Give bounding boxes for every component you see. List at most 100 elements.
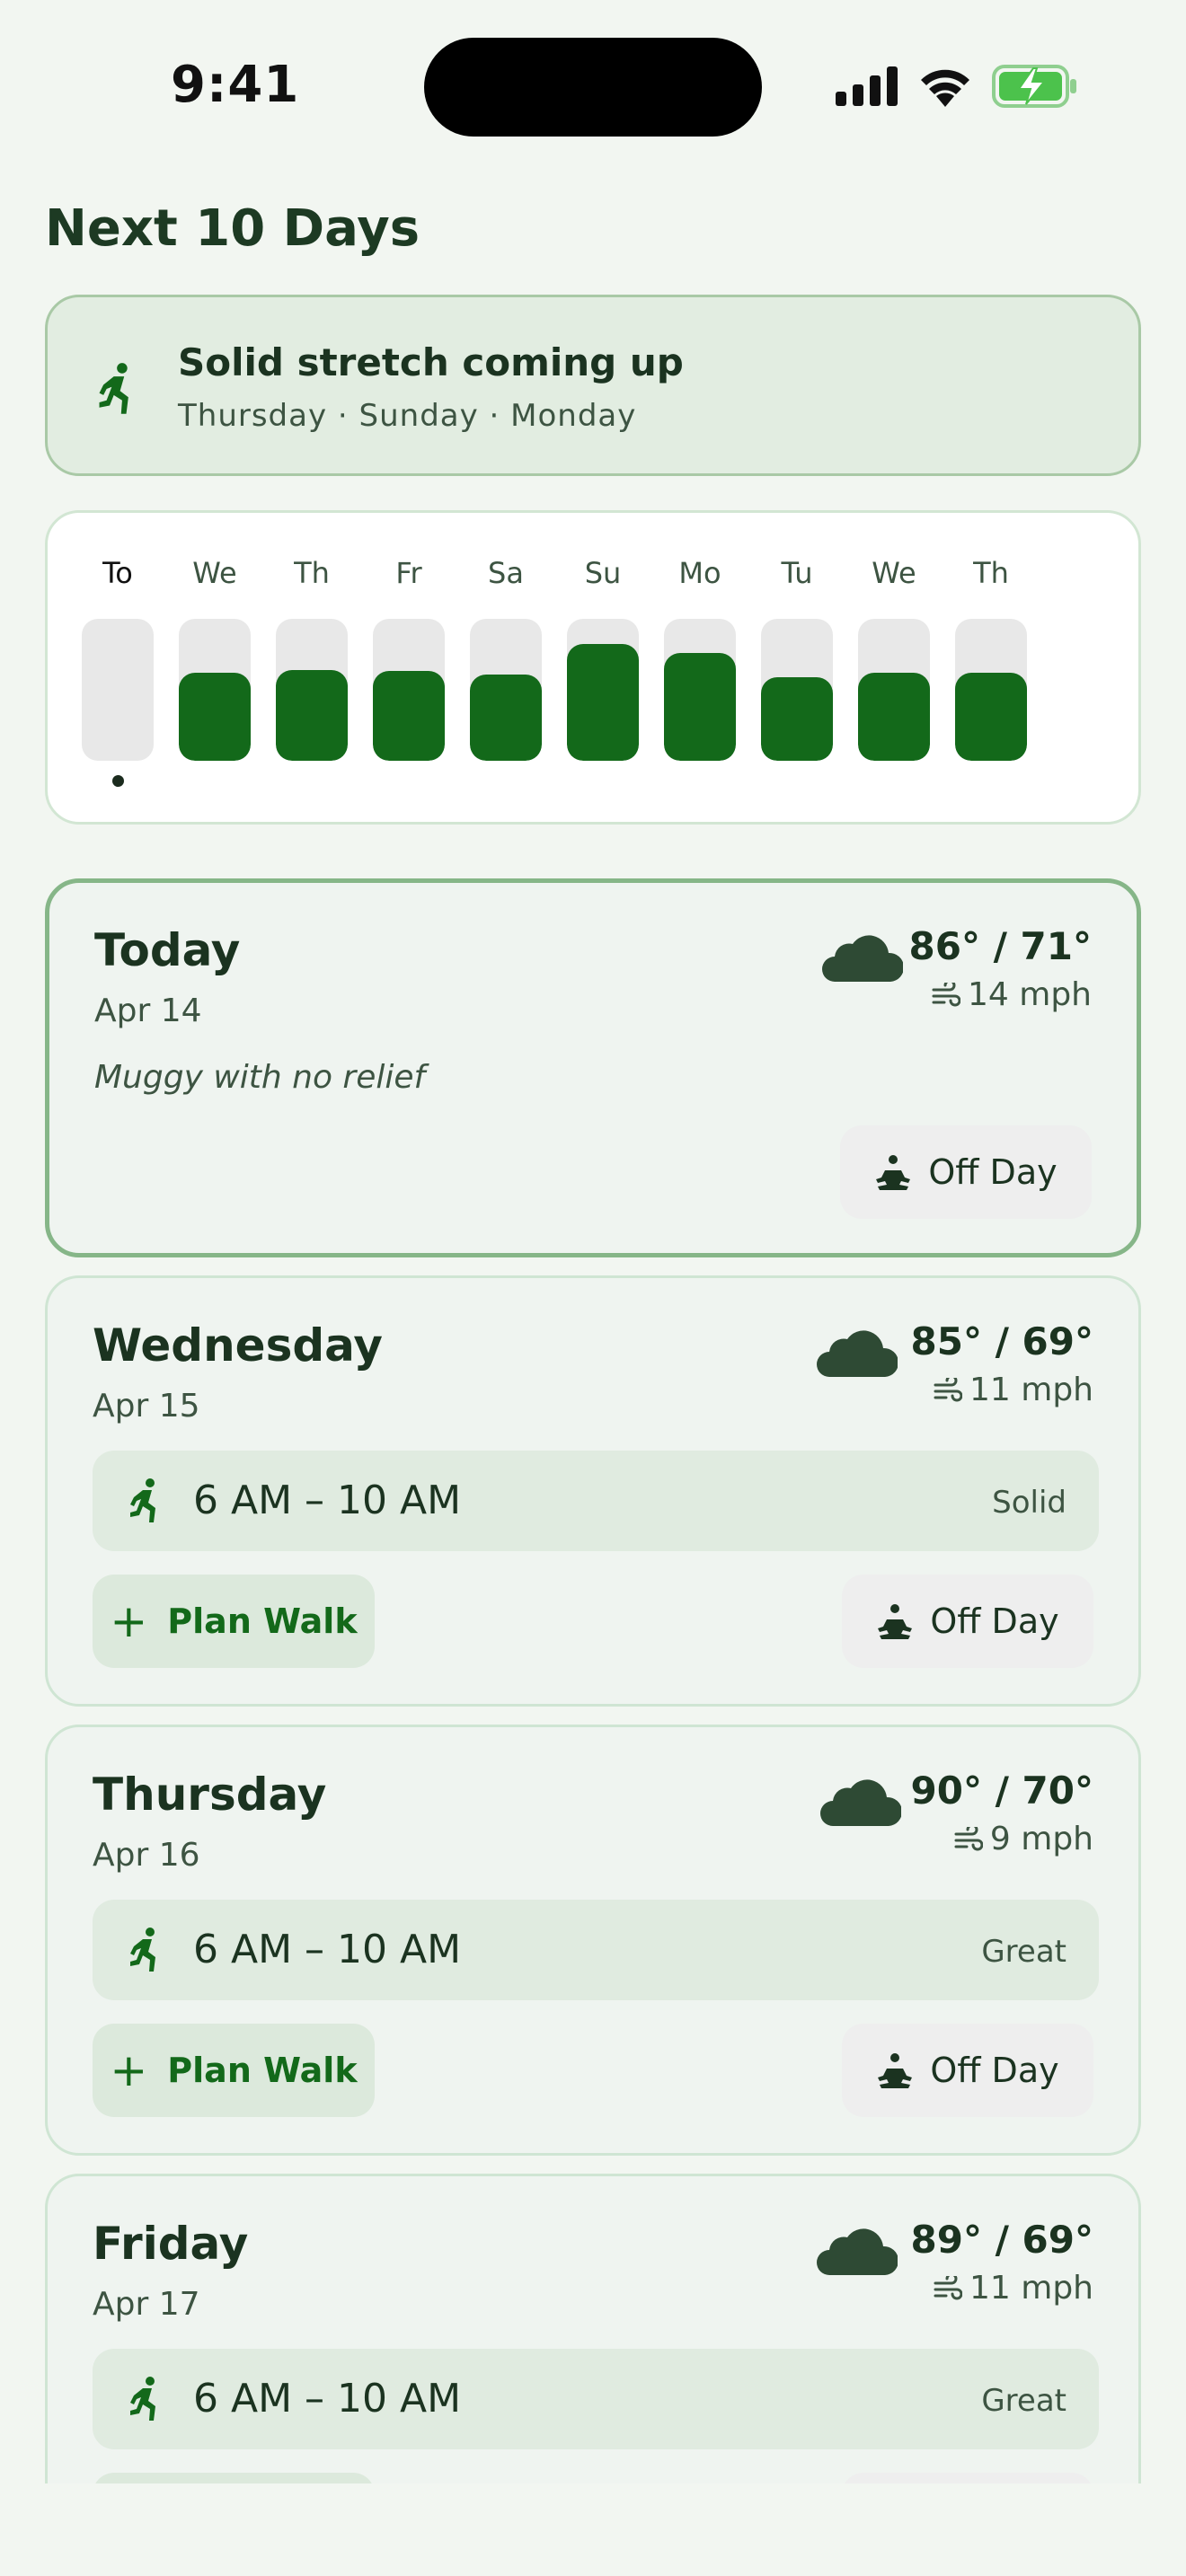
dynamic-island [424,38,762,137]
walk-window[interactable]: 6 AM – 10 AM Solid [93,1451,1099,1551]
card-temp: 86° / 71° [908,924,1092,968]
day-bar [664,653,736,761]
card-day: Friday [93,2218,249,2270]
walk-window[interactable]: 6 AM – 10 AM Great [93,2349,1099,2449]
day-label: Th [294,556,330,590]
status-icons [836,63,1078,110]
day-card-today[interactable]: Today Apr 14 86° / 71° 14 mph Muggy with… [45,878,1141,1257]
card-day: Thursday [93,1769,327,1821]
day-bar [276,670,348,761]
day-bar-track [470,619,542,761]
card-day: Wednesday [93,1319,383,1372]
day-bar [858,673,930,761]
day-column[interactable]: We [858,513,930,827]
runner-icon [99,363,128,414]
page-title: Next 10 Days [45,199,420,258]
plus-icon: + [110,1595,148,1647]
plan-walk-button[interactable] [93,2473,375,2483]
runner-icon [130,1928,155,1972]
day-label: We [872,556,916,590]
card-date: Apr 16 [93,1837,200,1874]
day-column[interactable]: Tu [761,513,833,827]
off-day-label: Off Day [928,1152,1058,1192]
status-bar: 9:41 [0,0,1186,171]
day-label: Tu [781,556,813,590]
off-day-button[interactable]: Off Day [842,1575,1093,1668]
card-wind: 11 mph [934,2270,1093,2307]
card-wind: 9 mph [954,1821,1093,1857]
plus-icon: + [110,2044,148,2096]
wind-speed: 11 mph [969,1372,1093,1408]
day-bar-track [761,619,833,761]
day-bar-track [82,619,154,761]
window-quality: Great [981,2383,1067,2419]
cloud-icon [817,2228,898,2275]
off-day-label: Off Day [930,1601,1059,1641]
cloud-icon [822,935,903,982]
day-label: Su [584,556,622,590]
day-bar [761,677,833,761]
day-column[interactable]: Th [276,513,348,827]
cloud-icon [817,1330,898,1377]
day-column[interactable]: Sa [470,513,542,827]
off-day-label: Off Day [930,2051,1059,2090]
card-wind: 11 mph [934,1372,1093,1408]
day-column[interactable]: Th [955,513,1027,827]
day-bar-track [664,619,736,761]
off-day-button[interactable]: Off Day [842,2024,1093,2117]
day-column[interactable]: Mo [664,513,736,827]
day-column[interactable]: Fr [373,513,445,827]
day-label: We [192,556,237,590]
day-bar [373,671,445,761]
walk-window[interactable]: 6 AM – 10 AM Great [93,1900,1099,2000]
window-quality: Solid [992,1485,1067,1521]
today-indicator-dot [112,775,124,787]
card-date: Apr 14 [94,992,202,1029]
banner-subtitle: Thursday · Sunday · Monday [178,398,637,434]
day-bar-track [179,619,251,761]
runner-icon [130,2377,155,2421]
battery-charging-icon [992,65,1076,108]
wind-speed: 9 mph [989,1821,1093,1857]
day-card-friday[interactable]: Friday Apr 17 89° / 69° 11 mph 6 AM – 10… [45,2174,1141,2483]
day-bar [567,644,639,761]
window-quality: Great [981,1934,1067,1970]
off-day-button[interactable] [842,2473,1093,2483]
meditate-icon [878,2053,913,2088]
stretch-banner[interactable]: Solid stretch coming up Thursday · Sunda… [45,295,1141,476]
signal-icon [836,66,898,106]
wind-icon [932,982,960,1006]
meditate-icon [876,1155,911,1190]
day-card-thursday[interactable]: Thursday Apr 16 90° / 70° 9 mph 6 AM – 1… [45,1725,1141,2156]
day-column[interactable]: Su [567,513,639,827]
status-time: 9:41 [171,56,300,114]
day-column[interactable]: To [82,513,154,827]
day-bar-track [955,619,1027,761]
ten-day-strip: To We Th Fr Sa Su Mo Tu We Th [45,510,1141,825]
day-bar [470,675,542,761]
day-label: To [102,556,133,590]
banner-title: Solid stretch coming up [178,340,684,384]
plan-walk-button[interactable]: + Plan Walk [93,2024,375,2117]
plan-walk-label: Plan Walk [167,2051,358,2090]
day-card-wednesday[interactable]: Wednesday Apr 15 85° / 69° 11 mph 6 AM –… [45,1275,1141,1707]
off-day-button[interactable]: Off Day [840,1125,1092,1219]
day-column[interactable]: We [179,513,251,827]
card-day: Today [94,924,241,976]
wind-speed: 11 mph [969,2270,1093,2307]
cloud-icon [820,1779,901,1826]
meditate-icon [878,1604,913,1639]
card-date: Apr 15 [93,1388,200,1425]
wind-icon [934,2275,962,2299]
plan-walk-button[interactable]: + Plan Walk [93,1575,375,1668]
day-bar-track [373,619,445,761]
window-time: 6 AM – 10 AM [193,1927,462,1972]
card-wind: 14 mph [932,976,1092,1013]
day-bar [955,673,1027,761]
day-label: Fr [395,556,422,590]
wind-speed: 14 mph [968,976,1092,1013]
window-time: 6 AM – 10 AM [193,2376,462,2422]
card-temp: 90° / 70° [910,1769,1093,1813]
plan-walk-label: Plan Walk [167,1601,358,1641]
runner-icon [130,1478,155,1522]
